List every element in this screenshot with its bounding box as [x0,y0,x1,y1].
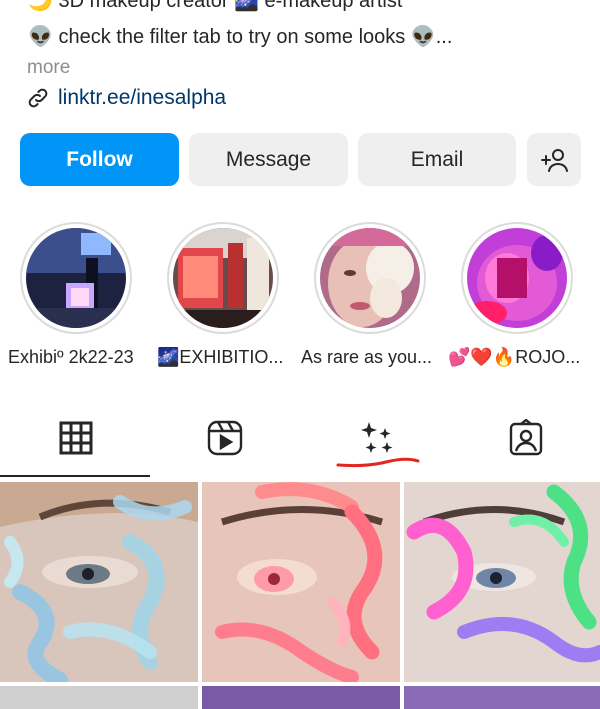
active-tab-indicator [0,475,150,477]
grid-icon [59,421,93,455]
highlight-1-cover [26,228,126,328]
more-link[interactable]: more [27,57,70,79]
tab-grid[interactable] [56,418,96,458]
tagged-icon [509,419,543,456]
sparkles-icon [361,422,393,453]
highlight-2[interactable] [167,222,279,334]
post-thumbnail-2[interactable] [202,482,400,682]
highlight-2-label: 🌌EXHIBITIO... [157,347,284,367]
post-thumbnail-3[interactable] [404,482,600,682]
highlight-1-label: Exhibiº 2k22-23 [8,347,134,367]
highlight-4-label: 💕❤️🔥ROJO... [448,347,581,367]
follow-button[interactable]: Follow [20,133,179,186]
highlight-4[interactable] [461,222,573,334]
highlight-2-cover [173,228,273,328]
suggested-users-button[interactable] [527,133,581,186]
post-thumbnail-5[interactable] [202,686,400,709]
highlight-4-cover [467,228,567,328]
link-icon [28,88,48,108]
red-scribble-mark [336,457,420,468]
highlight-3-label: As rare as you... [301,347,433,367]
tab-reels[interactable] [205,418,245,458]
reels-icon [207,420,243,456]
profile-link[interactable]: linktr.ee/inesalpha [26,86,226,110]
bio-line-1: 🌙 3D makeup creator 🌌 e-makeup artist [28,0,403,12]
highlight-3[interactable] [314,222,426,334]
post-thumbnail-1[interactable] [0,482,198,682]
tab-effects[interactable] [357,418,397,458]
tab-tagged[interactable] [506,418,546,458]
highlight-3-cover [320,228,420,328]
bio-line-2: 👽 check the filter tab to try on some lo… [28,26,453,48]
link-text[interactable]: linktr.ee/inesalpha [58,86,226,110]
post-thumbnail-4[interactable] [0,686,198,709]
message-button[interactable]: Message [189,133,348,186]
email-button[interactable]: Email [358,133,516,186]
add-user-icon [541,148,568,172]
highlight-1[interactable] [20,222,132,334]
post-thumbnail-6[interactable] [404,686,600,709]
